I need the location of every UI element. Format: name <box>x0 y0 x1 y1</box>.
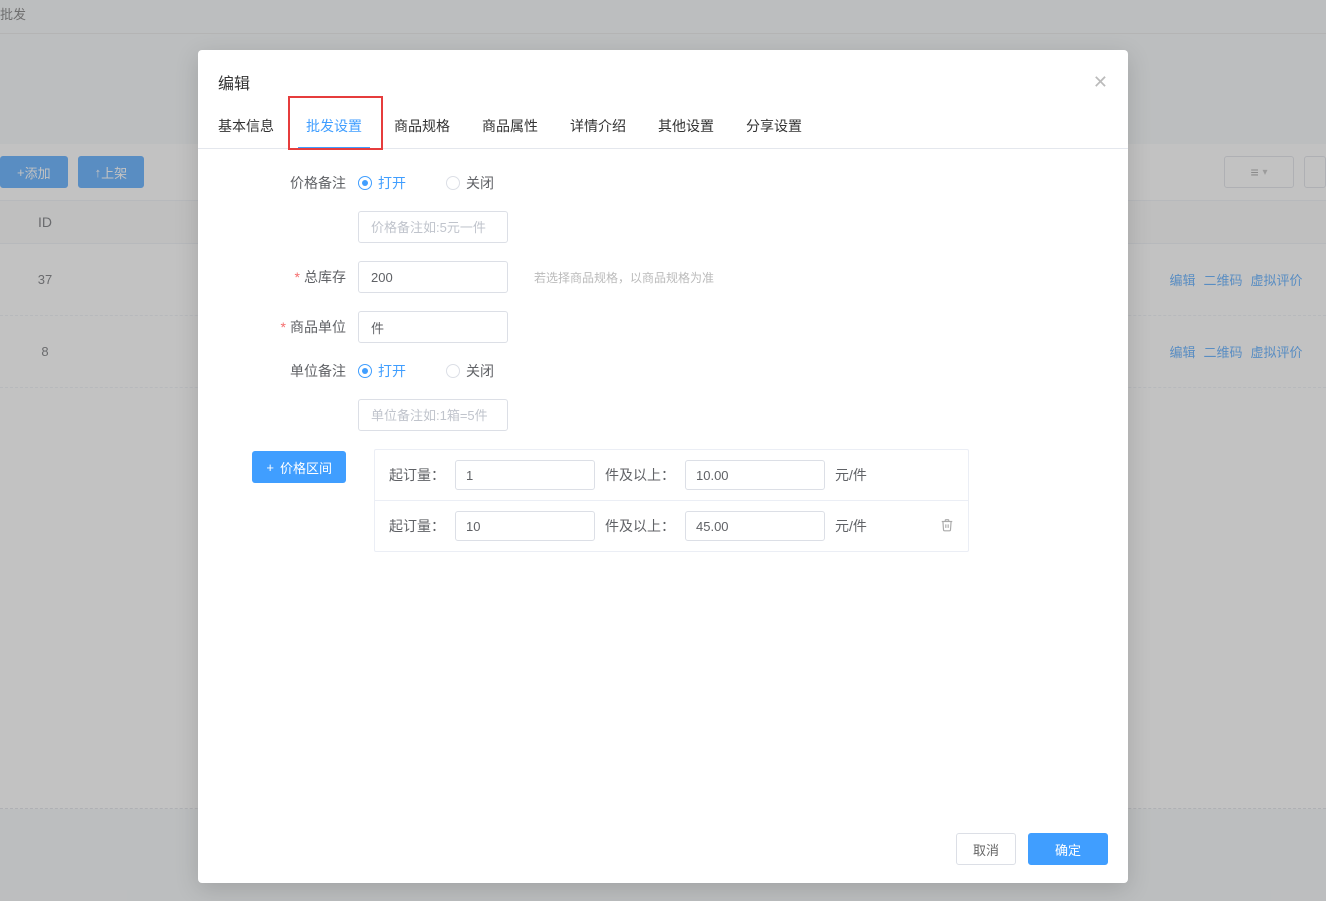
tab-detail[interactable]: 详情介绍 <box>570 104 626 148</box>
total-stock-label-text: 总库存 <box>304 269 346 285</box>
radio-off-label: 关闭 <box>466 173 494 193</box>
range-moq-label: 起订量： <box>389 516 445 536</box>
range-moq-label: 起订量： <box>389 465 445 485</box>
range-above-label: 件及以上： <box>605 465 675 485</box>
tab-basic[interactable]: 基本信息 <box>218 104 274 148</box>
range-price-input[interactable] <box>685 511 825 541</box>
price-note-radio-off[interactable]: 关闭 <box>446 173 494 193</box>
tab-attr[interactable]: 商品属性 <box>482 104 538 148</box>
range-above-label: 件及以上： <box>605 516 675 536</box>
range-unit-label: 元/件 <box>835 465 867 485</box>
radio-dot-icon <box>446 176 460 190</box>
cancel-button[interactable]: 取消 <box>956 833 1016 865</box>
price-note-input[interactable] <box>358 211 508 243</box>
unit-note-label: 单位备注 <box>218 361 358 381</box>
total-stock-hint: 若选择商品规格，以商品规格为准 <box>534 269 714 286</box>
price-note-radio-on[interactable]: 打开 <box>358 173 406 193</box>
range-unit-label: 元/件 <box>835 516 867 536</box>
unit-input[interactable] <box>358 311 508 343</box>
range-price-input[interactable] <box>685 460 825 490</box>
radio-dot-icon <box>358 176 372 190</box>
radio-on-label: 打开 <box>378 361 406 381</box>
plus-icon: + <box>266 460 274 475</box>
price-range-row: 起订量： 件及以上： 元/件 <box>375 450 968 500</box>
radio-dot-icon <box>358 364 372 378</box>
modal-overlay: 编辑 ✕ 基本信息 批发设置 商品规格 商品属性 详情介绍 其他设置 分享设置 … <box>0 0 1326 901</box>
radio-dot-icon <box>446 364 460 378</box>
modal-title: 编辑 <box>218 70 1093 94</box>
add-price-range-button[interactable]: + 价格区间 <box>252 451 346 483</box>
modal-tabs: 基本信息 批发设置 商品规格 商品属性 详情介绍 其他设置 分享设置 <box>198 104 1128 149</box>
edit-modal: 编辑 ✕ 基本信息 批发设置 商品规格 商品属性 详情介绍 其他设置 分享设置 … <box>198 50 1128 883</box>
radio-on-label: 打开 <box>378 173 406 193</box>
add-range-label: 价格区间 <box>280 458 332 477</box>
radio-off-label: 关闭 <box>466 361 494 381</box>
confirm-button[interactable]: 确定 <box>1028 833 1108 865</box>
trash-icon[interactable] <box>940 518 954 535</box>
unit-note-radio-on[interactable]: 打开 <box>358 361 406 381</box>
range-moq-input[interactable] <box>455 511 595 541</box>
tab-other[interactable]: 其他设置 <box>658 104 714 148</box>
tab-spec[interactable]: 商品规格 <box>394 104 450 148</box>
price-range-table: 起订量： 件及以上： 元/件 起订量： 件及以上： 元/件 <box>374 449 969 552</box>
tab-wholesale[interactable]: 批发设置 <box>306 104 362 148</box>
close-icon[interactable]: ✕ <box>1093 73 1108 91</box>
unit-label-text: 商品单位 <box>290 319 346 335</box>
unit-note-radio-off[interactable]: 关闭 <box>446 361 494 381</box>
total-stock-label: *总库存 <box>218 267 358 287</box>
total-stock-input[interactable] <box>358 261 508 293</box>
unit-label: *商品单位 <box>218 317 358 337</box>
price-note-label: 价格备注 <box>218 173 358 193</box>
modal-footer: 取消 确定 <box>198 819 1128 883</box>
range-moq-input[interactable] <box>455 460 595 490</box>
unit-note-input[interactable] <box>358 399 508 431</box>
price-range-row: 起订量： 件及以上： 元/件 <box>375 500 968 551</box>
tab-share[interactable]: 分享设置 <box>746 104 802 148</box>
